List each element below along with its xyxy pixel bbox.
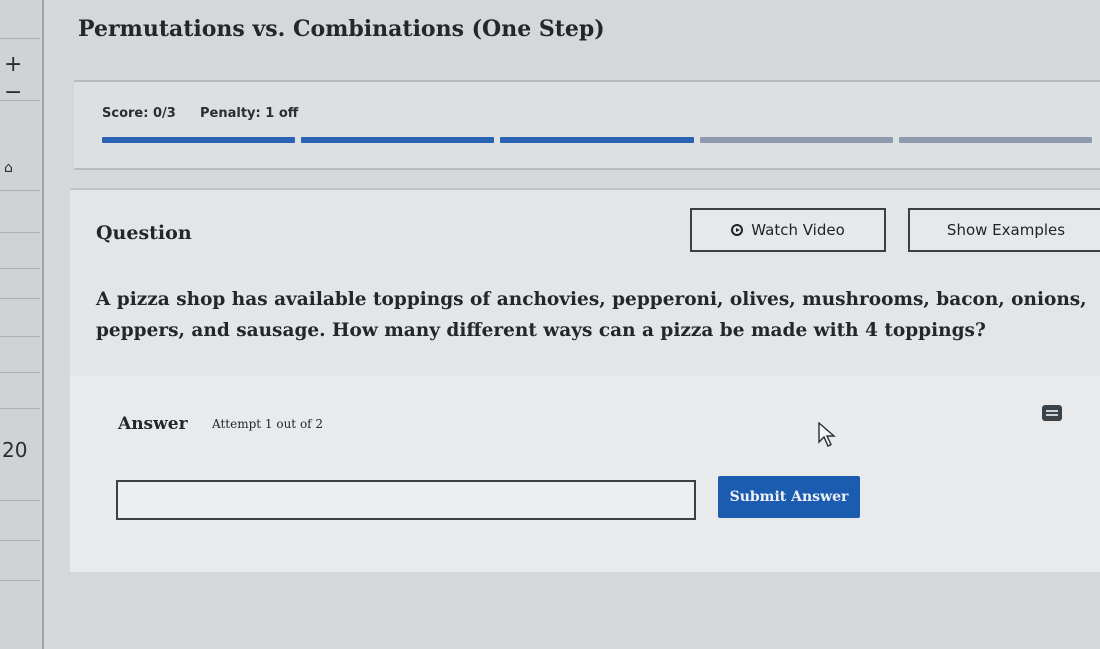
- keyboard-icon[interactable]: [1042, 405, 1062, 421]
- score-text: Score: 0/3: [102, 106, 176, 121]
- sidebar-divider: [0, 540, 40, 541]
- sidebar-divider: [0, 232, 40, 233]
- mouse-cursor-icon: [818, 422, 836, 447]
- plus-icon[interactable]: +: [4, 52, 22, 77]
- sidebar-divider: [0, 408, 40, 409]
- attempt-text: Attempt 1 out of 2: [212, 417, 324, 431]
- answer-area: Answer Attempt 1 out of 2 Submit Answer: [70, 376, 1100, 572]
- minus-icon[interactable]: −: [4, 80, 22, 105]
- show-examples-label: Show Examples: [946, 221, 1066, 239]
- question-panel: Question Watch Video Show Examples A piz…: [70, 188, 1100, 572]
- sidebar-divider: [0, 298, 40, 299]
- watch-video-label: Watch Video: [751, 221, 845, 239]
- sidebar-number: 20: [2, 438, 28, 462]
- progress-bar: [102, 137, 1093, 143]
- sidebar-divider: [0, 268, 40, 269]
- sidebar-divider: [0, 372, 40, 373]
- progress-segment: [102, 137, 296, 143]
- progress-segment: [898, 137, 1093, 143]
- page-title: Permutations vs. Combinations (One Step): [78, 16, 605, 42]
- progress-segment: [500, 137, 694, 143]
- progress-segment: [301, 137, 495, 143]
- sidebar-divider: [0, 190, 40, 191]
- sidebar-divider: [0, 500, 40, 501]
- play-circle-icon: [731, 224, 744, 236]
- sidebar-divider: [0, 580, 40, 581]
- sidebar-divider: [0, 336, 40, 337]
- score-panel: Score: 0/3 Penalty: 1 off: [74, 80, 1100, 170]
- question-label: Question: [96, 222, 192, 244]
- sidebar-divider: [0, 38, 40, 39]
- left-sidebar: + − ⌂ 20: [0, 0, 44, 649]
- answer-label: Answer: [118, 414, 188, 434]
- recenter-icon[interactable]: ⌂: [4, 160, 13, 176]
- submit-answer-button[interactable]: Submit Answer: [718, 476, 860, 518]
- show-examples-button[interactable]: Show Examples: [908, 208, 1100, 252]
- question-text: A pizza shop has available toppings of a…: [96, 289, 1087, 341]
- penalty-text: Penalty: 1 off: [200, 106, 299, 121]
- progress-segment: [699, 137, 893, 143]
- answer-input[interactable]: [116, 480, 696, 520]
- watch-video-button[interactable]: Watch Video: [690, 208, 886, 252]
